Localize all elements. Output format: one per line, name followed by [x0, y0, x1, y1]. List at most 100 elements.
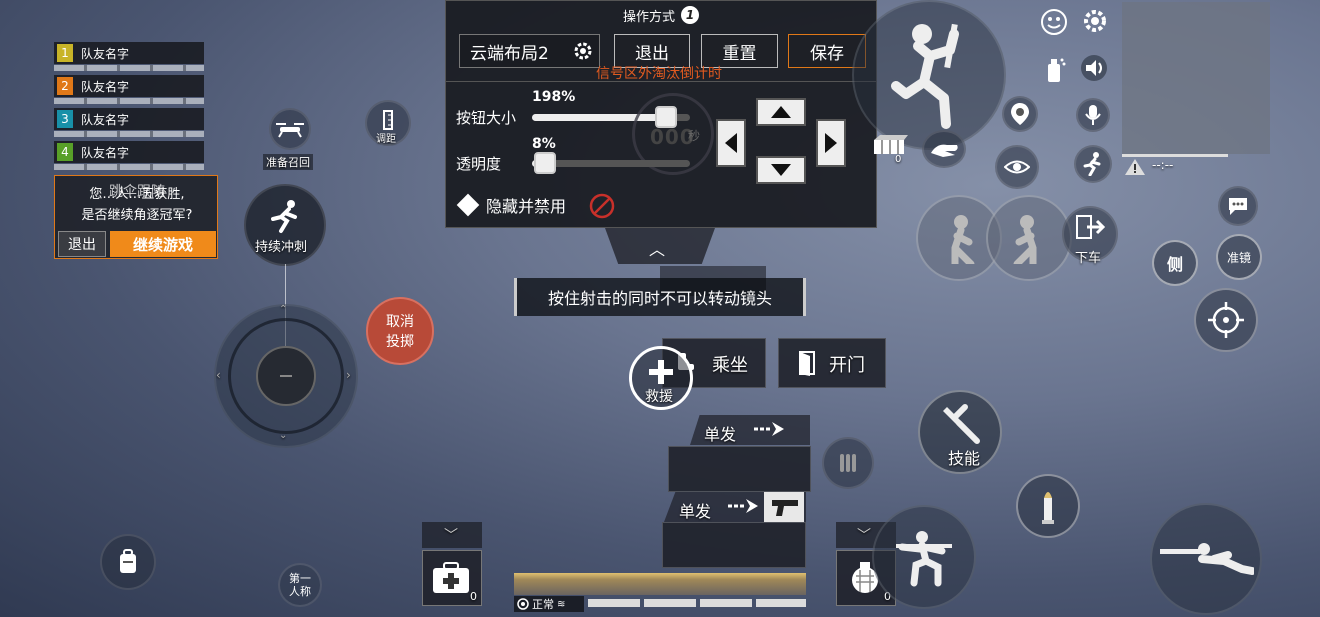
weapon-switch-button[interactable]	[822, 437, 874, 489]
side-aim-button[interactable]: 侧	[1152, 240, 1198, 286]
jump-icon	[891, 23, 959, 129]
location-pin-icon	[1011, 103, 1029, 125]
chat-button[interactable]	[1218, 186, 1258, 226]
scheme-selector[interactable]: 云端布局2	[459, 34, 600, 68]
spray-icon[interactable]	[1042, 56, 1066, 84]
opacity-slider-thumb[interactable]	[534, 152, 556, 174]
door-icon	[799, 351, 815, 376]
adjust-distance-label: 调距	[376, 134, 396, 145]
cancel-throw-line2: 投掷	[386, 334, 414, 350]
crouch-run-button[interactable]	[1074, 145, 1112, 183]
team-number-badge: 4	[57, 143, 73, 161]
backpack-button[interactable]	[100, 534, 156, 590]
diamond-checkbox-icon[interactable]	[456, 193, 480, 217]
peek-eye-button[interactable]	[995, 145, 1039, 189]
move-up-button[interactable]	[756, 98, 806, 126]
sprint-icon	[271, 200, 297, 233]
drone-icon	[276, 123, 304, 138]
wrench-icon	[943, 404, 980, 444]
move-right-button[interactable]	[816, 119, 846, 167]
signal-icon	[517, 598, 529, 610]
first-person-line2: 人称	[289, 585, 311, 598]
crosshair-icon	[1208, 302, 1244, 338]
gear-icon[interactable]	[1082, 8, 1108, 34]
forbidden-icon[interactable]	[588, 192, 616, 220]
first-person-line1: 第一	[289, 572, 311, 585]
hand-icon	[931, 144, 958, 157]
jump-button[interactable]	[852, 0, 1006, 150]
chevron-right-icon: ›	[346, 368, 351, 382]
move-down-button[interactable]	[756, 156, 806, 184]
item-pickup-button[interactable]	[922, 130, 966, 168]
chevron-up-icon: ⌃	[279, 304, 288, 315]
popup-exit-button[interactable]: 退出	[58, 231, 106, 257]
microphone-button[interactable]	[1076, 98, 1110, 132]
exit-vehicle-label: 下车	[1075, 251, 1102, 266]
panel-title: 操作方式	[622, 9, 675, 25]
first-person-toggle[interactable]: 第一 人称	[278, 563, 322, 607]
emote-icon[interactable]	[1040, 8, 1068, 36]
ammo-box-count: 0	[895, 154, 902, 165]
gear-icon[interactable]	[572, 40, 594, 62]
teammate-name: 队友名字	[81, 46, 130, 61]
minimap[interactable]	[1122, 2, 1270, 154]
map-marker-button[interactable]	[1002, 96, 1038, 132]
arrow-up-icon	[771, 106, 791, 118]
teammate-name: 队友名字	[81, 112, 130, 127]
team-number-badge: 1	[57, 44, 73, 62]
status-label: 正常	[532, 598, 554, 611]
panel-divider	[446, 81, 876, 82]
tooltip-banner: 按住射击的同时不可以转动镜头	[514, 278, 806, 316]
health-bar	[54, 131, 204, 137]
chat-bubble-icon	[1229, 198, 1247, 215]
chevron-left-icon: ‹	[216, 368, 221, 382]
open-door-label: 开门	[829, 355, 865, 376]
continue-popup: 您…人…五获胜, 跳伞跟随 是否继续角逐冠军? 退出 继续游戏	[54, 175, 218, 259]
teammate-name: 队友名字	[81, 79, 130, 94]
speaker-icon[interactable]	[1080, 54, 1108, 82]
backpack-icon	[120, 549, 136, 573]
health-bar	[54, 98, 204, 104]
popup-line2: 是否继续角逐冠军?	[81, 208, 193, 223]
ammo-box-icon[interactable]	[872, 134, 908, 160]
lean-left-icon	[951, 215, 975, 264]
panel-header: 操作方式 1	[446, 1, 876, 29]
health-bar	[514, 573, 806, 595]
cancel-throw-button[interactable]: 取消 投掷	[366, 297, 434, 365]
opacity-label: 透明度	[456, 155, 502, 173]
team-number-badge: 2	[57, 77, 73, 95]
teammate-name: 队友名字	[81, 145, 130, 160]
team-row: 4 队友名字	[54, 141, 204, 170]
team-row: 1 队友名字	[54, 42, 204, 71]
lean-right-button[interactable]	[986, 195, 1072, 281]
rank-chevron-icon: ≋	[557, 598, 566, 610]
continue-game-button[interactable]: 继续游戏	[110, 231, 216, 257]
aim-button[interactable]	[1194, 288, 1258, 352]
chevron-down-icon: ﹀	[857, 528, 871, 544]
prone-icon	[1160, 543, 1254, 575]
running-man-icon	[1083, 152, 1101, 176]
scheme-number-badge: 1	[681, 6, 699, 24]
rescue-label: 救援	[645, 389, 673, 405]
bullet-icon	[1042, 492, 1054, 524]
medkit-count: 0	[470, 590, 477, 603]
medkit-icon	[433, 562, 469, 593]
warning-icon	[1125, 159, 1145, 175]
reload-button[interactable]	[1016, 474, 1080, 538]
exit-vehicle-icon	[1076, 215, 1105, 239]
weapon-slot-2[interactable]	[662, 522, 806, 568]
crouch-button[interactable]	[872, 505, 976, 609]
prone-button[interactable]	[1150, 503, 1262, 615]
cancel-throw-line1: 取消	[386, 314, 414, 330]
bullet-burst-icon	[754, 422, 784, 436]
ride-label: 乘坐	[712, 355, 748, 376]
health-bar	[54, 65, 204, 71]
scheme-name: 云端布局2	[470, 43, 549, 64]
drone-button[interactable]	[269, 108, 311, 150]
scope-button[interactable]: 准镜	[1216, 234, 1262, 280]
move-left-button[interactable]	[716, 119, 746, 167]
weapon-slot-1[interactable]	[668, 446, 811, 492]
arrow-down-icon	[771, 164, 791, 176]
status-indicator: 正常 ≋	[514, 596, 584, 612]
chevron-up-icon[interactable]: ︿	[649, 236, 665, 260]
